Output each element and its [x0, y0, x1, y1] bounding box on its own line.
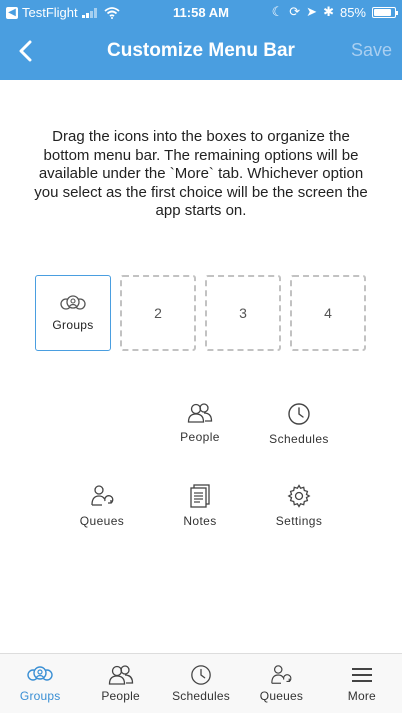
bottom-tab-bar: Groups People Schedules Queues More — [0, 653, 402, 713]
option-schedules-label: Schedules — [269, 432, 329, 446]
status-bar: ◀ TestFlight 11:58 AM ☾ ⟳ ➤ ✱ 85% — [0, 0, 402, 24]
status-right: ☾ ⟳ ➤ ✱ 85% — [271, 4, 398, 20]
groups-icon — [27, 666, 53, 681]
location-icon: ➤ — [306, 4, 318, 19]
save-button[interactable]: Save — [351, 40, 392, 61]
instructions-text: Drag the icons into the boxes to organiz… — [34, 128, 368, 219]
menu-slot-1-label: Groups — [52, 318, 94, 332]
moon-icon: ☾ — [271, 4, 284, 19]
menu-slot-4-label: 4 — [324, 305, 332, 321]
people-icon — [187, 403, 213, 423]
menu-slot-1[interactable]: Groups — [35, 275, 111, 351]
menu-slot-4[interactable]: 4 — [290, 275, 366, 351]
option-people-label: People — [180, 430, 220, 444]
option-queues[interactable]: Queues — [57, 484, 147, 528]
tab-queues[interactable]: Queues — [241, 654, 321, 713]
people-icon — [108, 665, 133, 685]
menu-slot-3[interactable]: 3 — [205, 275, 281, 351]
lock-rotation-icon: ⟳ — [289, 4, 301, 19]
tab-people-label: People — [101, 689, 140, 703]
page-title: Customize Menu Bar — [107, 40, 295, 61]
tab-schedules[interactable]: Schedules — [161, 654, 241, 713]
option-settings-label: Settings — [275, 514, 323, 528]
queues-icon — [91, 485, 114, 506]
option-people[interactable]: People — [155, 402, 245, 444]
tab-people[interactable]: People — [80, 654, 160, 713]
tab-more-label: More — [347, 689, 376, 703]
tab-queues-label: Queues — [259, 689, 304, 703]
option-settings[interactable]: Settings — [254, 484, 344, 528]
groups-icon — [60, 295, 86, 310]
option-notes[interactable]: Notes — [155, 484, 245, 528]
battery-percent: 85% — [339, 4, 366, 20]
option-queues-label: Queues — [79, 514, 125, 528]
option-notes-label: Notes — [183, 514, 217, 528]
tab-groups[interactable]: Groups — [0, 654, 80, 713]
bluetooth-icon: ✱ — [323, 4, 334, 19]
battery-icon — [372, 6, 398, 18]
tab-groups-label: Groups — [19, 689, 61, 703]
menu-slot-3-label: 3 — [239, 305, 247, 321]
tab-schedules-label: Schedules — [172, 689, 230, 703]
option-schedules[interactable]: Schedules — [254, 402, 344, 446]
navigation-bar: Customize Menu Bar Save — [0, 24, 402, 80]
hamburger-menu-icon — [351, 668, 372, 682]
menu-slot-2-label: 2 — [154, 305, 162, 321]
notes-icon — [190, 484, 210, 508]
menu-slot-2[interactable]: 2 — [120, 275, 196, 351]
clock-icon — [288, 403, 310, 425]
tab-more[interactable]: More — [322, 654, 402, 713]
gear-icon — [287, 484, 311, 508]
queues-icon — [271, 665, 292, 684]
clock-icon — [191, 665, 211, 685]
